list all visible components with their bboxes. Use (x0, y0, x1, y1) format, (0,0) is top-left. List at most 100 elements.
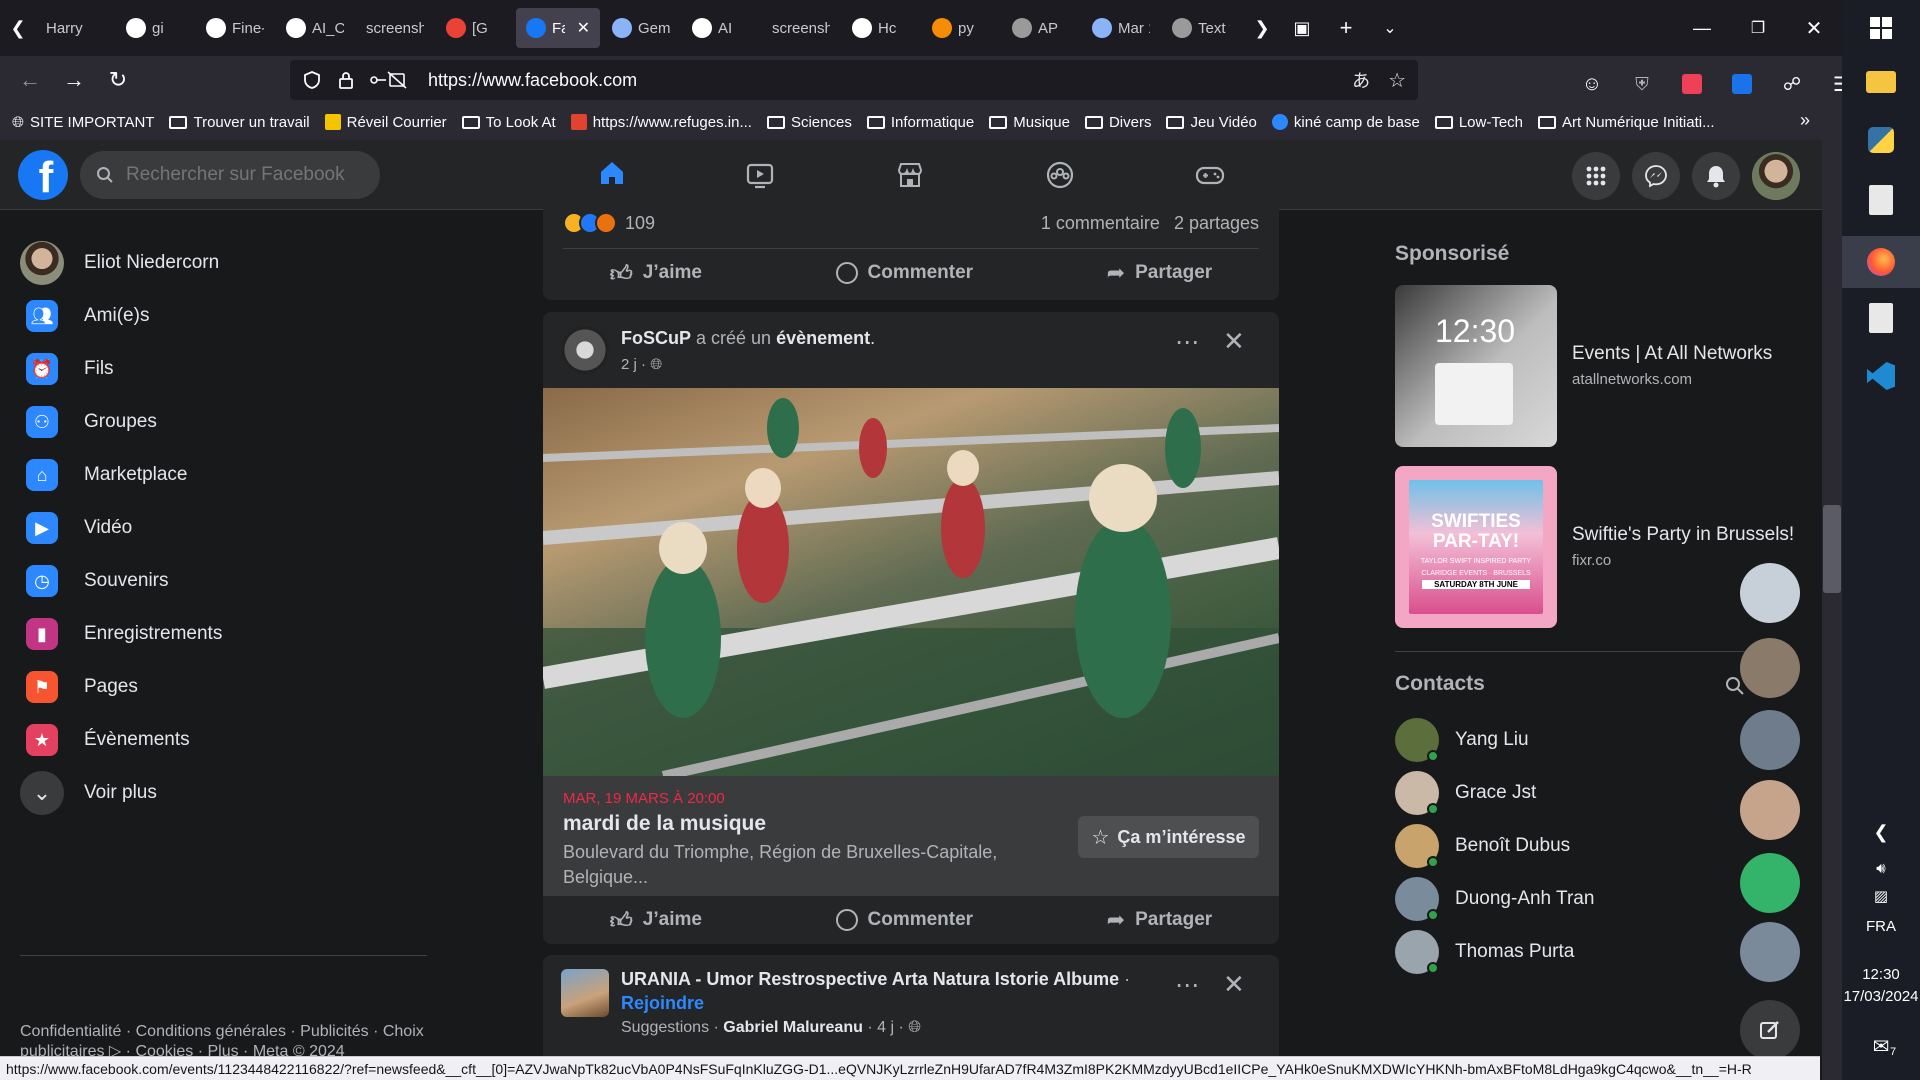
share-button[interactable]: ➦ Partager (1107, 260, 1213, 286)
firefox-icon[interactable] (1842, 236, 1920, 288)
tab-overview-icon[interactable]: ▣ (1280, 6, 1324, 50)
post-author[interactable]: FoSCuP (621, 328, 691, 348)
bookmark-0[interactable]: 🌐︎ SITE IMPORTANT (12, 114, 154, 131)
tab-9[interactable]: screenshot (762, 8, 840, 48)
event-details[interactable]: MAR, 19 MARS À 20:00 mardi de la musique… (543, 776, 1279, 896)
comment-button[interactable]: Commenter (835, 909, 973, 931)
account-icon[interactable]: ☺ (1570, 62, 1614, 106)
translate-extension-icon[interactable] (1720, 62, 1764, 106)
reload-icon[interactable]: ↻ (96, 58, 140, 102)
sidebar-item-1[interactable]: ⏰ Fils (20, 343, 114, 395)
contact-item[interactable]: Yang Liu (1395, 715, 1529, 765)
reactions-count[interactable]: 109 (625, 213, 655, 234)
bookmark-star-icon[interactable]: ☆ (1388, 68, 1406, 93)
menu-grid-button[interactable] (1572, 152, 1620, 200)
tab-13[interactable]: Mar 1 (1082, 8, 1160, 48)
post-time[interactable]: 2 j (621, 356, 637, 373)
tab-7[interactable]: Gemin (602, 8, 680, 48)
close-window-icon[interactable]: ✕ (1786, 6, 1842, 50)
permissions-icon[interactable] (368, 70, 408, 90)
shares-count[interactable]: 2 partages (1174, 213, 1259, 234)
url-bar[interactable]: https://www.facebook.com あ ☆ (290, 60, 1418, 100)
bookmark-2[interactable]: Réveil Courrier (324, 114, 447, 131)
messenger-button[interactable] (1632, 152, 1680, 200)
share-button[interactable]: ➦ Partager (1107, 907, 1213, 933)
tab-4[interactable]: screenshot (356, 8, 434, 48)
wifi-battery-icon[interactable]: ▨ (1861, 876, 1901, 916)
close-post-icon[interactable]: ✕ (1223, 969, 1245, 1000)
python-app-icon[interactable] (1861, 120, 1901, 160)
bookmark-6[interactable]: Informatique (866, 114, 974, 131)
more-options-icon[interactable]: ⋯ (1175, 328, 1199, 357)
search-input[interactable] (126, 164, 356, 186)
more-options-icon[interactable]: ⋯ (1175, 971, 1199, 1000)
sidebar-item-profile[interactable]: Eliot Niedercorn (20, 237, 219, 289)
sidebar-item-9[interactable]: ⌄ Voir plus (20, 767, 157, 819)
suggestion-time[interactable]: · 4 j · (863, 1019, 903, 1036)
tab-3[interactable]: AI_Co (276, 8, 354, 48)
ad-card-atallnetworks[interactable]: 12:30 Events | At All Networks atallnetw… (1395, 285, 1805, 447)
event-cover-image[interactable] (543, 388, 1279, 776)
bookmark-11[interactable]: Low-Tech (1434, 114, 1523, 131)
tab-6[interactable]: Fac ✕ (516, 8, 600, 48)
bookmark-5[interactable]: Sciences (766, 114, 852, 131)
chat-bubble-avatar[interactable] (1740, 638, 1800, 698)
bookmark-7[interactable]: Musique (989, 114, 1070, 131)
comments-count[interactable]: 1 commentaire (1041, 213, 1160, 234)
lock-icon[interactable] (336, 70, 356, 90)
facebook-search[interactable] (80, 151, 380, 199)
language-indicator[interactable]: FRA (1842, 918, 1920, 935)
reaction-angry-icon[interactable] (595, 212, 617, 234)
clock-date[interactable]: 17/03/2024 (1842, 988, 1920, 1005)
tab-0[interactable]: Harry (36, 8, 114, 48)
shield-icon[interactable] (302, 70, 322, 90)
sidebar-item-3[interactable]: ⌂ Marketplace (20, 449, 188, 501)
group-title[interactable]: URANIA - Umor Restrospective Arta Natura… (621, 969, 1119, 989)
like-button[interactable]: 👍︎ J’aime (610, 907, 702, 934)
vscode-icon[interactable] (1861, 356, 1901, 396)
sidebar-item-2[interactable]: ⚇ Groupes (20, 396, 157, 448)
minimize-window-icon[interactable]: — (1674, 6, 1730, 50)
page-scrollbar-thumb[interactable] (1823, 505, 1841, 593)
sidebar-item-6[interactable]: ▮ Enregistrements (20, 608, 222, 660)
tab-12[interactable]: AP (1002, 8, 1080, 48)
translate-icon[interactable]: あ (1352, 67, 1370, 93)
facebook-logo-icon[interactable]: f (18, 150, 68, 200)
new-tab-icon[interactable]: + (1324, 6, 1368, 50)
foscup-avatar[interactable] (561, 326, 609, 374)
bookmarks-overflow-icon[interactable]: » (1800, 110, 1810, 131)
tab-11[interactable]: py (922, 8, 1000, 48)
tab-5[interactable]: [G (436, 8, 514, 48)
contact-item[interactable]: Grace Jst (1395, 768, 1536, 818)
like-button[interactable]: 👍︎ J’aime (610, 260, 702, 287)
tab-2[interactable]: Fine-g (196, 8, 274, 48)
bookmark-3[interactable]: To Look At (461, 114, 556, 131)
python-file-icon[interactable] (1861, 180, 1901, 220)
tab-scroll-left-icon[interactable]: ❮ (0, 6, 36, 50)
contact-item[interactable]: Duong-Anh Tran (1395, 874, 1594, 924)
clock-time[interactable]: 12:30 (1842, 966, 1920, 983)
tab-list-chevron-icon[interactable]: ⌄ (1368, 6, 1412, 50)
bookmark-9[interactable]: Jeu Vidéo (1166, 114, 1257, 131)
bookmark-10[interactable]: kiné camp de base (1271, 114, 1420, 131)
chat-bubble-avatar[interactable] (1740, 922, 1800, 982)
chat-bubble-avatar[interactable] (1740, 780, 1800, 840)
file-explorer-icon[interactable] (1861, 62, 1901, 102)
tab-8[interactable]: AI (682, 8, 760, 48)
bookmark-12[interactable]: Art Numérique Initiati... (1538, 114, 1715, 131)
bookmark-8[interactable]: Divers (1084, 114, 1151, 131)
suggestion-author[interactable]: Gabriel Malureanu (723, 1019, 863, 1036)
chat-bubble-avatar[interactable] (1740, 853, 1800, 913)
page-scrollbar[interactable] (1822, 140, 1842, 1080)
bitwarden-shield-icon[interactable]: ⛨ (1620, 62, 1664, 106)
close-tab-icon[interactable]: ✕ (577, 18, 590, 38)
sidebar-item-8[interactable]: ★ Évènements (20, 714, 190, 766)
python-file-icon-2[interactable] (1861, 298, 1901, 338)
restore-window-icon[interactable]: ❐ (1730, 6, 1786, 50)
contact-item[interactable]: Thomas Purta (1395, 927, 1574, 977)
bookmark-4[interactable]: https://www.refuges.in... (570, 114, 752, 131)
footer-links[interactable]: Confidentialité · Conditions générales ·… (20, 1022, 440, 1060)
url-text[interactable]: https://www.facebook.com (428, 70, 637, 91)
close-post-icon[interactable]: ✕ (1223, 326, 1245, 357)
sidebar-item-4[interactable]: ▶ Vidéo (20, 502, 132, 554)
